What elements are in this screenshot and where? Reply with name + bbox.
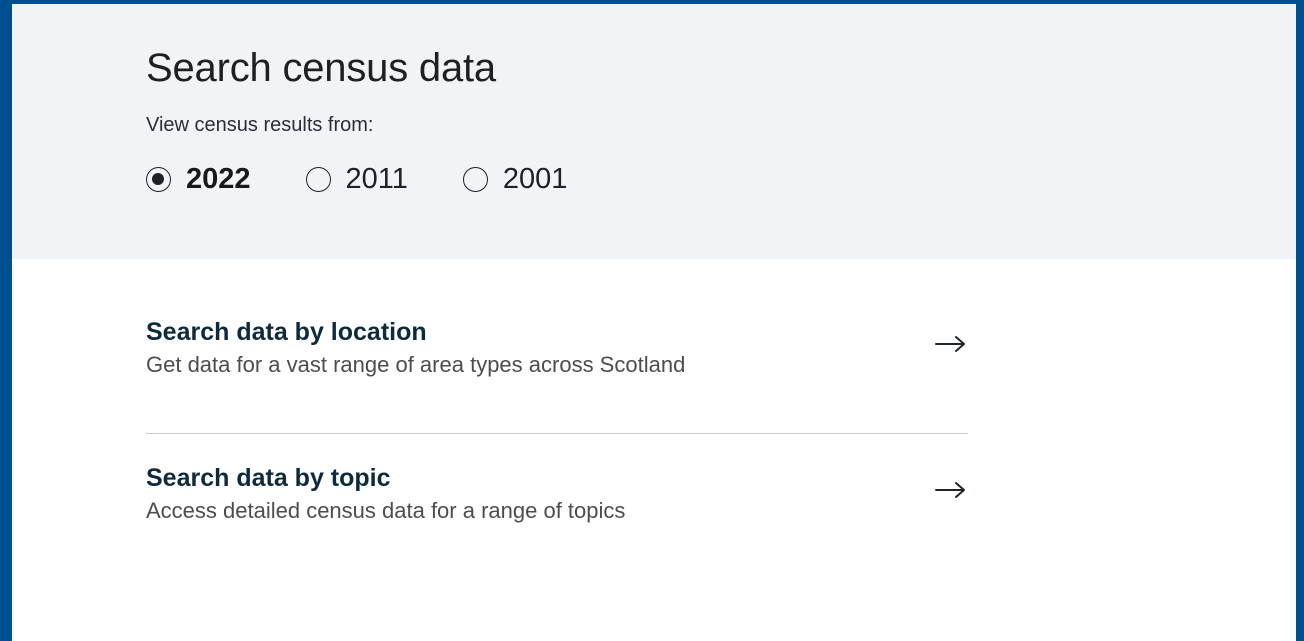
radio-option-2011[interactable]: 2011 — [305, 161, 408, 197]
arrow-right-icon[interactable] — [934, 334, 968, 354]
radio-label-2011[interactable]: 2011 — [346, 161, 408, 197]
search-by-topic-link[interactable]: Search data by topic Access detailed cen… — [146, 462, 968, 525]
radio-option-2001[interactable]: 2001 — [462, 161, 568, 197]
radio-label-2022[interactable]: 2022 — [186, 161, 251, 197]
radio-button-icon[interactable] — [462, 166, 488, 192]
search-by-location-link[interactable]: Search data by location Get data for a v… — [146, 316, 968, 379]
divider — [146, 433, 968, 434]
radio-button-icon[interactable] — [305, 166, 331, 192]
census-year-radio-group: 2022 2011 2001 — [146, 159, 567, 199]
radio-button-selected-icon[interactable] — [146, 166, 171, 192]
radio-label-2001[interactable]: 2001 — [503, 161, 568, 197]
link-title[interactable]: Search data by topic — [146, 462, 968, 494]
link-description: Get data for a vast range of area types … — [146, 352, 686, 377]
radio-option-2022[interactable]: 2022 — [146, 161, 251, 197]
arrow-right-icon[interactable] — [934, 480, 968, 500]
results-year-label: View census results from: — [146, 114, 374, 136]
page-title: Search census data — [146, 46, 496, 90]
page-frame: Search census data View census results f… — [0, 0, 1304, 641]
link-description: Access detailed census data for a range … — [146, 498, 626, 523]
link-title[interactable]: Search data by location — [146, 316, 968, 348]
search-census-header: Search census data View census results f… — [12, 4, 1296, 259]
